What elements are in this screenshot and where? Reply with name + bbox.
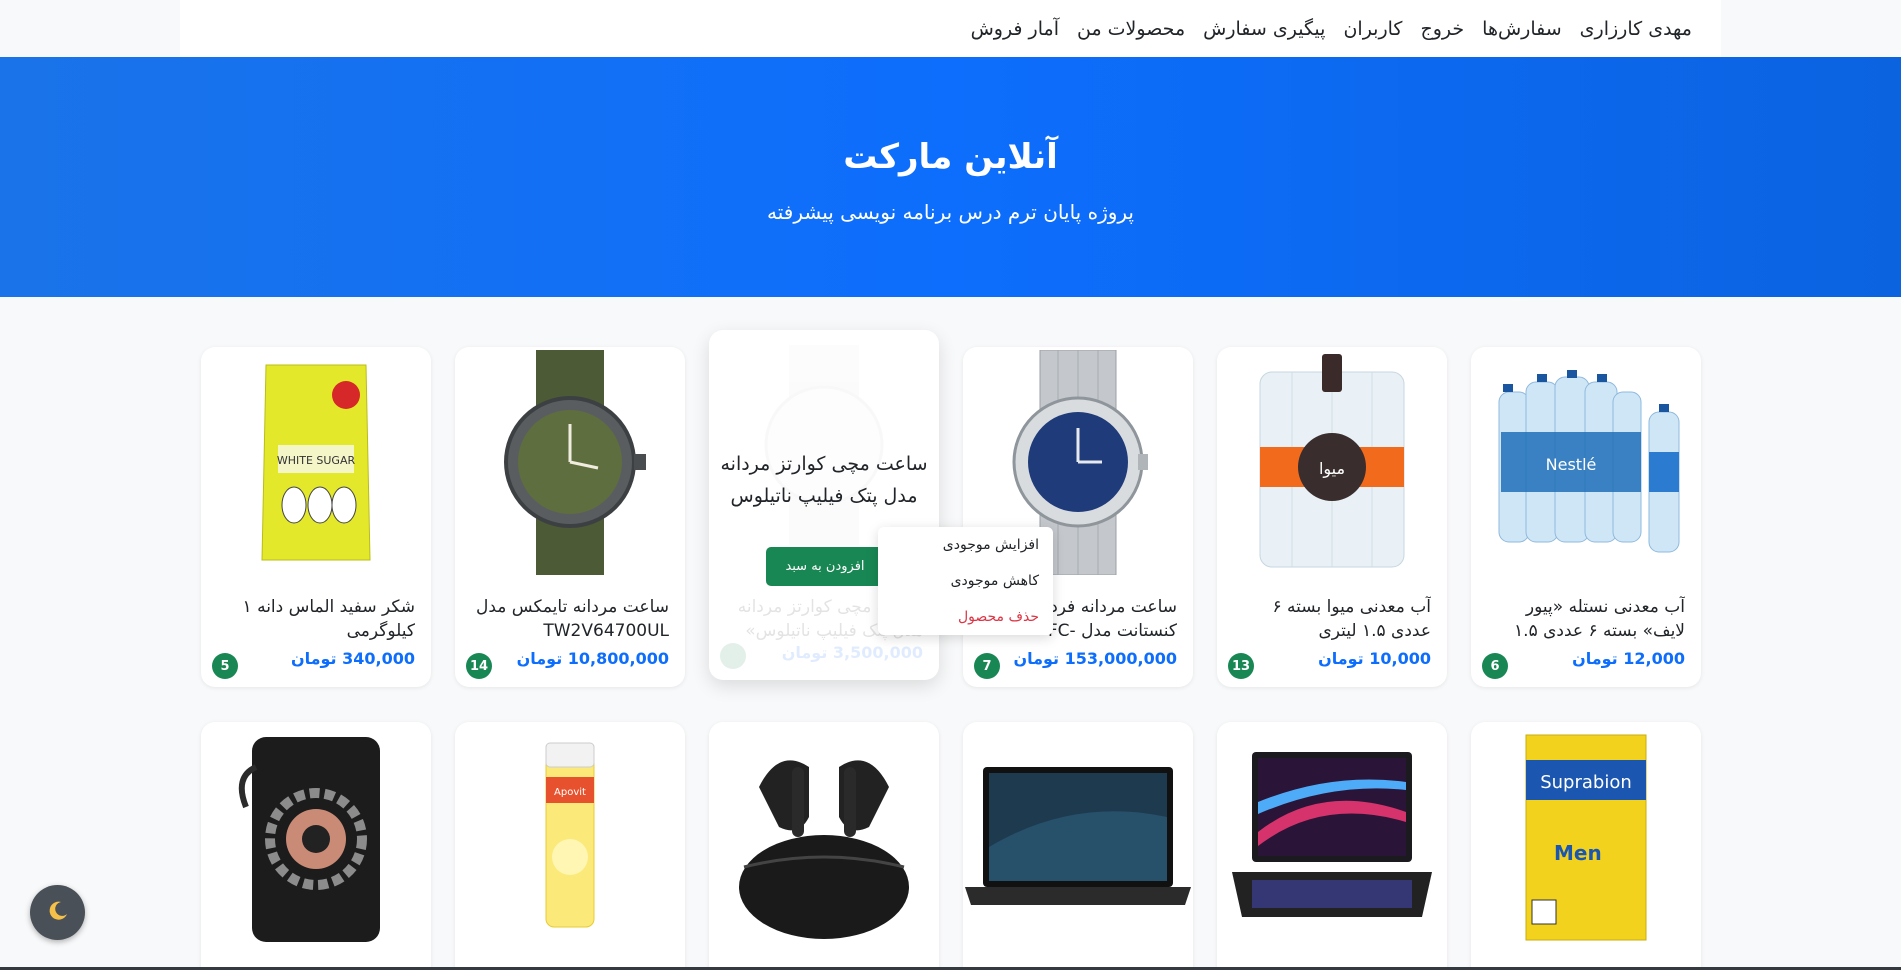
product-price: 153,000,000 تومان (1013, 649, 1177, 668)
powerbank-image (201, 722, 431, 952)
product-price: 10,000 تومان (1318, 649, 1431, 668)
product-title: ساعت مردانه تایمکس مدل TW2V64700UL (475, 597, 669, 641)
product-title: شکر سفید الماس دانه ۱ کیلوگرمی (242, 597, 415, 641)
stock-badge: 6 (1482, 653, 1508, 679)
product-card[interactable]: ساعت مردانه تایمکس مدل TW2V64700UL 10,80… (455, 347, 685, 687)
sugar-pack-image: WHITE SUGAR (201, 347, 431, 577)
svg-text:WHITE SUGAR: WHITE SUGAR (277, 454, 356, 467)
product-card[interactable] (1217, 722, 1447, 970)
stock-badge (720, 643, 746, 669)
product-context-menu: افزایش موجودی کاهش موجودی حذف محصول (878, 527, 1053, 635)
stock-badge: 5 (212, 653, 238, 679)
svg-text:میوا: میوا (1319, 459, 1345, 479)
add-to-cart-button[interactable]: افزودن به سبد (766, 547, 884, 586)
vitamin-tube-image: Apovit (455, 722, 685, 952)
svg-text:Suprabion: Suprabion (1540, 772, 1632, 793)
product-card[interactable] (709, 722, 939, 970)
product-card[interactable]: Nestlé آب معدنی نستله «پیور لایف» بسته ۶… (1471, 347, 1701, 687)
gaming-laptop-image (1217, 722, 1447, 952)
stock-badge: 14 (466, 653, 492, 679)
product-card[interactable]: WHITE SUGAR شکر سفید الماس دانه ۱ کیلوگر… (201, 347, 431, 687)
laptop-image (963, 722, 1193, 952)
product-grid: Nestlé آب معدنی نستله «پیور لایف» بسته ۶… (0, 0, 1901, 970)
decrease-stock-item[interactable]: کاهش موجودی (951, 573, 1039, 589)
theme-toggle-button[interactable] (30, 885, 85, 940)
product-card[interactable]: Suprabion Men (1471, 722, 1701, 970)
hover-product-title: ساعت مچی کوارتز مردانه مدل پتک فیلیپ نات… (720, 453, 928, 507)
moon-icon (46, 899, 70, 927)
earbuds-image (709, 722, 939, 952)
stock-badge: 7 (974, 653, 1000, 679)
water-bottles-image: میوا (1217, 347, 1447, 577)
product-title: آب معدنی میوا بسته ۶ عددی ۱.۵ لیتری (1272, 597, 1432, 641)
increase-stock-item[interactable]: افزایش موجودی (943, 537, 1039, 553)
water-pack-image: Nestlé (1471, 347, 1701, 577)
svg-text:Nestlé: Nestlé (1546, 455, 1597, 474)
product-price: 3,500,000 تومان (781, 643, 923, 662)
product-card[interactable] (201, 722, 431, 970)
green-watch-image (455, 347, 685, 577)
product-title: آب معدنی نستله «پیور لایف» بسته ۶ عددی ۱… (1514, 597, 1685, 641)
product-price: 340,000 تومان (290, 649, 415, 668)
stock-badge: 13 (1228, 653, 1254, 679)
white-watch-image (709, 330, 939, 560)
svg-text:Men: Men (1554, 841, 1602, 865)
product-card[interactable] (963, 722, 1193, 970)
svg-text:Apovit: Apovit (554, 787, 586, 798)
product-card[interactable]: Apovit (455, 722, 685, 970)
product-card[interactable]: میوا آب معدنی میوا بسته ۶ عددی ۱.۵ لیتری… (1217, 347, 1447, 687)
delete-product-item[interactable]: حذف محصول (958, 609, 1039, 625)
product-price: 12,000 تومان (1572, 649, 1685, 668)
supplement-box-image: Suprabion Men (1471, 722, 1701, 952)
product-price: 10,800,000 تومان (516, 649, 669, 668)
product-card[interactable]: ساعت مردانه فردریک کنستانت مدل -FC 153,0… (963, 347, 1193, 687)
